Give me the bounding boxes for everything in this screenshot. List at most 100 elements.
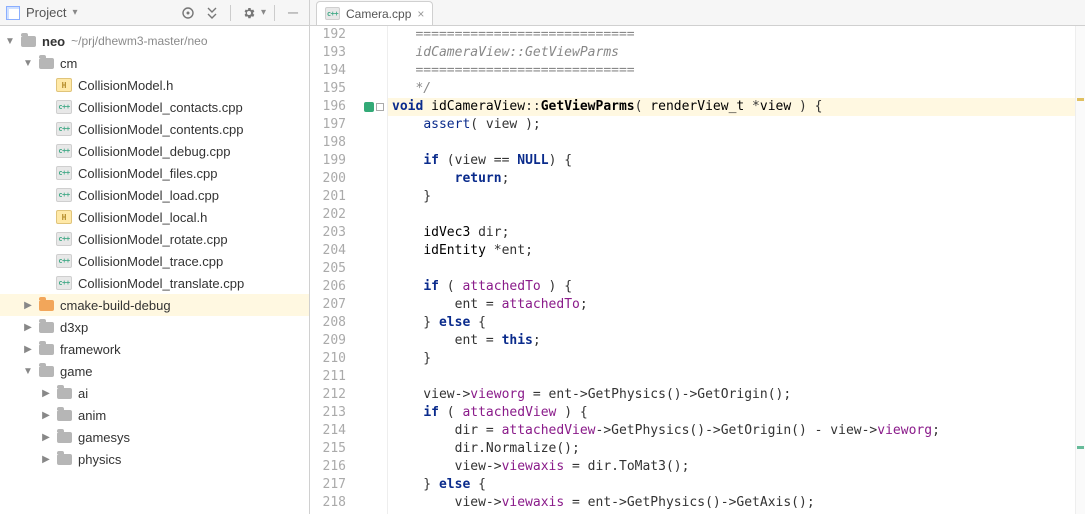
code-line[interactable]: if ( attachedTo ) { bbox=[388, 278, 1085, 296]
line-number: 193 bbox=[310, 44, 346, 62]
tree-item-label: CollisionModel_load.cpp bbox=[78, 188, 219, 203]
tree-item[interactable]: ▶ framework bbox=[0, 338, 309, 360]
code-area[interactable]: ============================ idCameraVie… bbox=[388, 26, 1085, 514]
tree-item[interactable]: HCollisionModel_local.h bbox=[0, 206, 309, 228]
tree-item[interactable]: ▼cm bbox=[0, 52, 309, 74]
close-icon[interactable]: × bbox=[417, 7, 424, 21]
code-line[interactable]: ============================ bbox=[388, 62, 1085, 80]
gutter-mark-row bbox=[352, 404, 387, 422]
expand-arrow-icon[interactable]: ▶ bbox=[40, 454, 52, 465]
gutter-mark-row bbox=[352, 152, 387, 170]
gutter-mark-row bbox=[352, 458, 387, 476]
folder-icon bbox=[57, 388, 72, 399]
expand-arrow-icon[interactable]: ▼ bbox=[22, 58, 34, 69]
project-panel: Project ▾ ▾ 一 ▼ neo bbox=[0, 0, 310, 514]
code-line[interactable]: ent = attachedTo; bbox=[388, 296, 1085, 314]
declaration-marker-icon[interactable] bbox=[364, 102, 374, 112]
tree-item[interactable]: ▶anim bbox=[0, 404, 309, 426]
tree-item[interactable]: c++CollisionModel_rotate.cpp bbox=[0, 228, 309, 250]
tree-item[interactable]: ▶gamesys bbox=[0, 426, 309, 448]
cpp-file-icon: c++ bbox=[325, 7, 340, 20]
code-line[interactable]: if (view == NULL) { bbox=[388, 152, 1085, 170]
tree-item[interactable]: c++CollisionModel_load.cpp bbox=[0, 184, 309, 206]
line-number: 208 bbox=[310, 314, 346, 332]
code-line[interactable] bbox=[388, 260, 1085, 278]
tree-item[interactable]: ▶cmake-build-debug bbox=[0, 294, 309, 316]
expand-arrow-icon[interactable]: ▼ bbox=[4, 36, 16, 47]
line-number: 195 bbox=[310, 80, 346, 98]
tree-item[interactable]: c++CollisionModel_debug.cpp bbox=[0, 140, 309, 162]
scroll-marker-icon bbox=[1077, 98, 1084, 101]
code-line[interactable]: view->viewaxis = ent->GetPhysics()->GetA… bbox=[388, 494, 1085, 512]
toolbar-separator bbox=[230, 5, 231, 21]
expand-arrow-icon[interactable]: ▼ bbox=[22, 366, 34, 377]
tree-item[interactable]: c++CollisionModel_trace.cpp bbox=[0, 250, 309, 272]
expand-arrow-icon[interactable]: ▶ bbox=[40, 388, 52, 399]
project-dropdown[interactable]: Project ▾ bbox=[6, 5, 88, 20]
code-line[interactable] bbox=[388, 368, 1085, 386]
tree-item[interactable]: c++CollisionModel_contacts.cpp bbox=[0, 96, 309, 118]
gutter-mark-row bbox=[352, 44, 387, 62]
hide-icon[interactable]: 一 bbox=[283, 3, 303, 23]
tree-item[interactable]: ▶ physics bbox=[0, 448, 309, 470]
expand-arrow-icon[interactable]: ▶ bbox=[40, 432, 52, 443]
code-line[interactable]: return; bbox=[388, 170, 1085, 188]
project-toolbar: Project ▾ ▾ 一 bbox=[0, 0, 309, 26]
code-line[interactable]: } bbox=[388, 350, 1085, 368]
code-line[interactable]: if ( attachedView ) { bbox=[388, 404, 1085, 422]
tree-item[interactable]: c++CollisionModel_contents.cpp bbox=[0, 118, 309, 140]
line-number: 201 bbox=[310, 188, 346, 206]
code-line[interactable] bbox=[388, 134, 1085, 152]
code-line[interactable]: view->viewaxis = dir.ToMat3(); bbox=[388, 458, 1085, 476]
code-line[interactable]: */ bbox=[388, 80, 1085, 98]
tree-item[interactable]: ▼game bbox=[0, 360, 309, 382]
scrollbar-overview[interactable] bbox=[1075, 26, 1085, 514]
editor-panel: c++ Camera.cpp × 19219319419519619719819… bbox=[310, 0, 1085, 514]
tree-root[interactable]: ▼ neo ~/prj/dhewm3-master/neo bbox=[0, 30, 309, 52]
code-line[interactable]: view->vieworg = ent->GetPhysics()->GetOr… bbox=[388, 386, 1085, 404]
tree-item[interactable]: c++CollisionModel_files.cpp bbox=[0, 162, 309, 184]
code-line[interactable]: ============================ bbox=[388, 26, 1085, 44]
code-line[interactable]: idCameraView::GetViewParms bbox=[388, 44, 1085, 62]
expand-arrow-icon[interactable]: ▶ bbox=[40, 410, 52, 421]
code-editor[interactable]: 1921931941951961971981992002012022032042… bbox=[310, 26, 1085, 514]
tree-item[interactable]: ▶d3xp bbox=[0, 316, 309, 338]
line-number: 218 bbox=[310, 494, 346, 512]
tree-item-label: CollisionModel_local.h bbox=[78, 210, 207, 225]
tree-item-label: physics bbox=[78, 452, 121, 467]
tree-item[interactable]: c++ CollisionModel_translate.cpp bbox=[0, 272, 309, 294]
expand-arrow-icon[interactable]: ▶ bbox=[22, 344, 34, 355]
editor-tab[interactable]: c++ Camera.cpp × bbox=[316, 1, 433, 25]
code-line[interactable]: void idCameraView::GetViewParms( renderV… bbox=[388, 98, 1085, 116]
line-number: 217 bbox=[310, 476, 346, 494]
project-tree[interactable]: ▼ neo ~/prj/dhewm3-master/neo ▼cmHCollis… bbox=[0, 26, 309, 514]
dropdown-caret-icon: ▾ bbox=[72, 7, 77, 18]
expand-arrow-icon[interactable]: ▶ bbox=[22, 322, 34, 333]
code-line[interactable]: dir = attachedView->GetPhysics()->GetOri… bbox=[388, 422, 1085, 440]
line-number: 209 bbox=[310, 332, 346, 350]
tree-item-label: CollisionModel_translate.cpp bbox=[78, 276, 244, 291]
tree-item-label: CollisionModel_files.cpp bbox=[78, 166, 217, 181]
code-line[interactable]: assert( view ); bbox=[388, 116, 1085, 134]
code-line[interactable]: idEntity *ent; bbox=[388, 242, 1085, 260]
tree-item[interactable]: HCollisionModel.h bbox=[0, 74, 309, 96]
expand-arrow-icon[interactable]: ▶ bbox=[22, 300, 34, 311]
tree-item-label: framework bbox=[60, 342, 121, 357]
code-line[interactable]: ent = this; bbox=[388, 332, 1085, 350]
line-number: 207 bbox=[310, 296, 346, 314]
dropdown-caret-icon[interactable]: ▾ bbox=[261, 7, 266, 18]
gear-icon[interactable] bbox=[239, 3, 259, 23]
line-number: 216 bbox=[310, 458, 346, 476]
cpp-file-icon: c++ bbox=[56, 276, 72, 290]
fold-icon[interactable] bbox=[376, 103, 384, 111]
code-line[interactable]: } bbox=[388, 188, 1085, 206]
locate-icon[interactable] bbox=[178, 3, 198, 23]
code-line[interactable]: } else { bbox=[388, 314, 1085, 332]
code-line[interactable]: dir.Normalize(); bbox=[388, 440, 1085, 458]
code-line[interactable]: } else { bbox=[388, 476, 1085, 494]
collapse-icon[interactable] bbox=[202, 3, 222, 23]
line-number: 213 bbox=[310, 404, 346, 422]
code-line[interactable] bbox=[388, 206, 1085, 224]
tree-item[interactable]: ▶ai bbox=[0, 382, 309, 404]
code-line[interactable]: idVec3 dir; bbox=[388, 224, 1085, 242]
